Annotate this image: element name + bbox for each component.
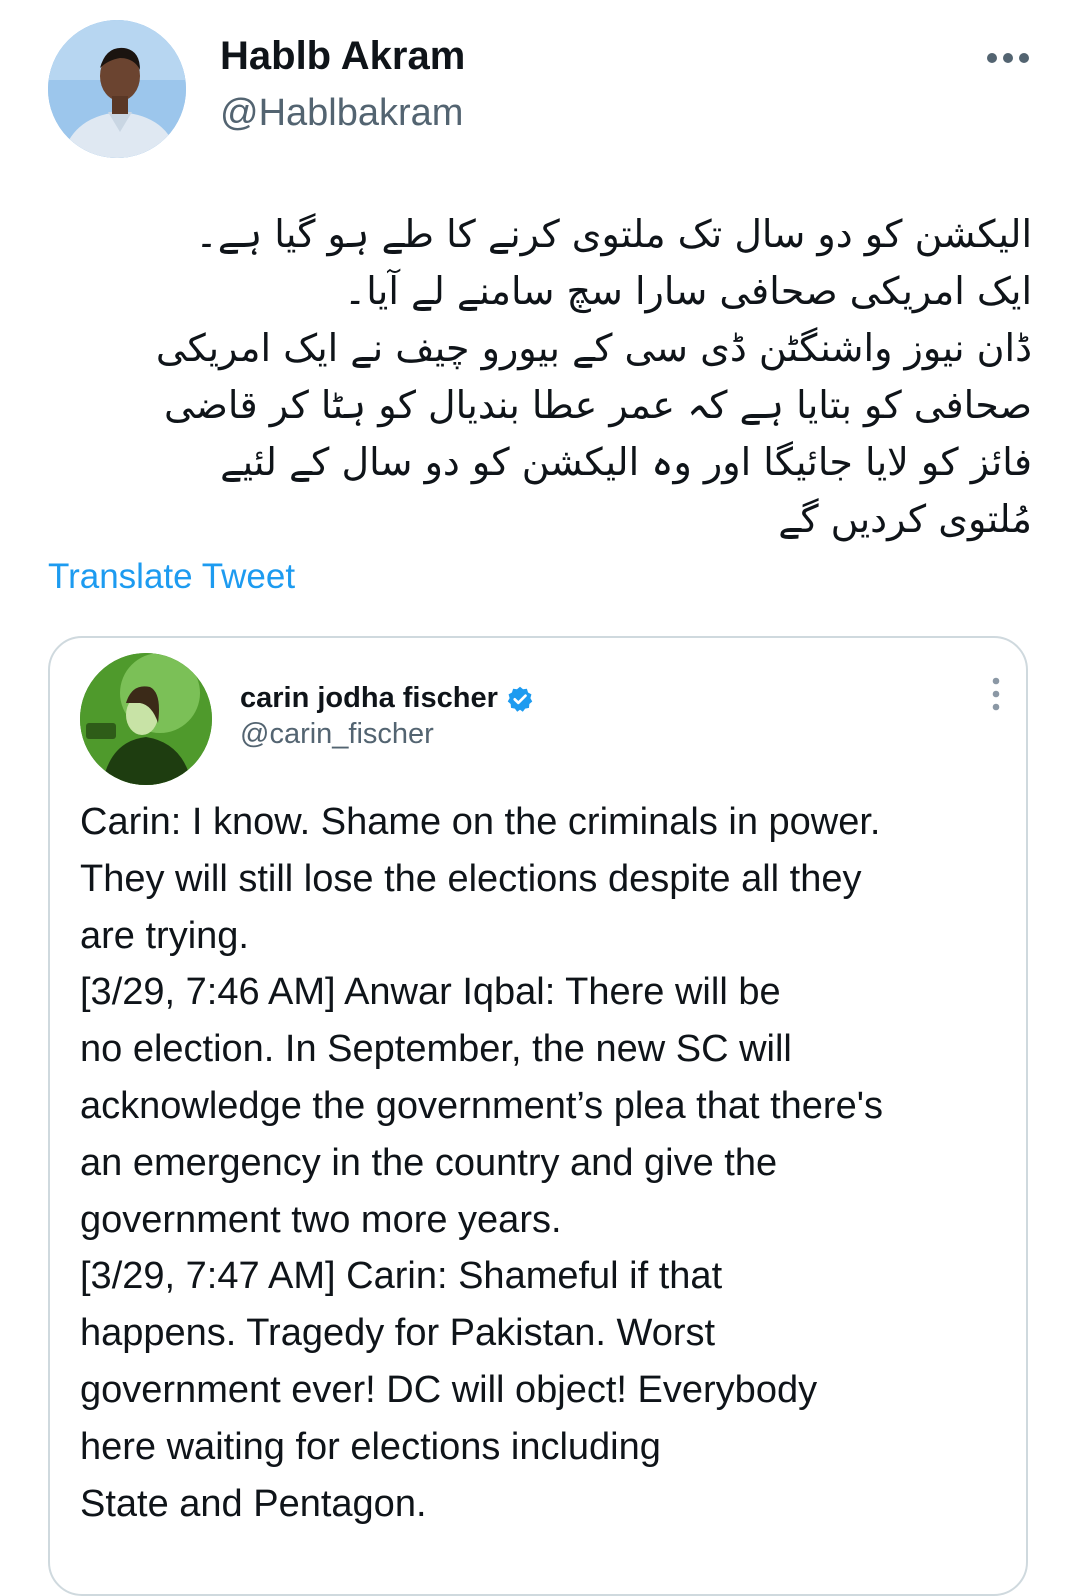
more-vertical-icon: [992, 677, 1000, 711]
quoted-author-avatar[interactable]: [80, 653, 212, 785]
tweet-text-line: مُلتوی کردیں گے: [778, 497, 1032, 541]
quoted-author-name[interactable]: carin jodha fischer: [240, 682, 534, 715]
tweet-text: الیکشن کو دو سال تک ملتوی کرنے کا طے ہو …: [48, 206, 1032, 548]
author-avatar[interactable]: [48, 20, 186, 158]
author-name[interactable]: Hablb Akram: [220, 34, 465, 79]
quoted-text-line: are trying.: [80, 914, 249, 957]
quoted-text-line: happens. Tragedy for Pakistan. Worst: [80, 1312, 716, 1355]
quoted-text-line: government ever! DC will object! Everybo…: [80, 1368, 818, 1411]
tweet-text-line: صحافی کو بتایا ہے کہ عمر عطا بندیال کو ہ…: [163, 383, 1032, 427]
author-photo: [48, 20, 186, 158]
quoted-text-line: [3/29, 7:46 AM] Anwar Iqbal: There will …: [80, 971, 781, 1014]
translate-tweet-link[interactable]: Translate Tweet: [48, 557, 295, 597]
tweet-text-line: الیکشن کو دو سال تک ملتوی کرنے کا طے ہو …: [195, 212, 1032, 256]
quoted-text-line: government two more years.: [80, 1198, 562, 1241]
tweet-text-line: ایک امریکی صحافی سارا سچ سامنے لے آیا۔: [343, 269, 1032, 313]
author-handle[interactable]: @Hablbakram: [220, 92, 463, 135]
quoted-tweet-text: Carin: I know. Shame on the criminals in…: [80, 794, 1020, 1532]
tweet-text-line: فائز کو لایا جائیگا اور وہ الیکشن کو دو …: [220, 440, 1032, 484]
quoted-text-line: They will still lose the elections despi…: [80, 857, 862, 900]
quoted-tweet-card[interactable]: carin jodha fischer @carin_fischer Carin…: [48, 636, 1028, 1596]
quoted-more-options-button[interactable]: [984, 674, 1008, 714]
verified-badge-icon: [507, 686, 533, 712]
quoted-text-line: Carin: I know. Shame on the criminals in…: [80, 801, 881, 843]
quoted-text-line: an emergency in the country and give the: [80, 1141, 778, 1184]
quoted-text-line: State and Pentagon.: [80, 1482, 427, 1525]
more-horizontal-icon: [987, 53, 1029, 63]
quoted-text-line: here waiting for elections including: [80, 1425, 661, 1468]
quoted-author-photo: [80, 653, 212, 785]
more-options-button[interactable]: [982, 40, 1034, 76]
tweet-text-line: ڈان نیوز واشنگٹن ڈی سی کے بیورو چیف نے ا…: [155, 326, 1032, 370]
quoted-text-line: no election. In September, the new SC wi…: [80, 1028, 792, 1071]
quoted-text-line: acknowledge the government’s plea that t…: [80, 1084, 883, 1127]
quoted-author-handle[interactable]: @carin_fischer: [240, 718, 434, 751]
quoted-text-line: [3/29, 7:47 AM] Carin: Shameful if that: [80, 1255, 723, 1298]
quoted-author-name-text: carin jodha fischer: [240, 682, 498, 714]
